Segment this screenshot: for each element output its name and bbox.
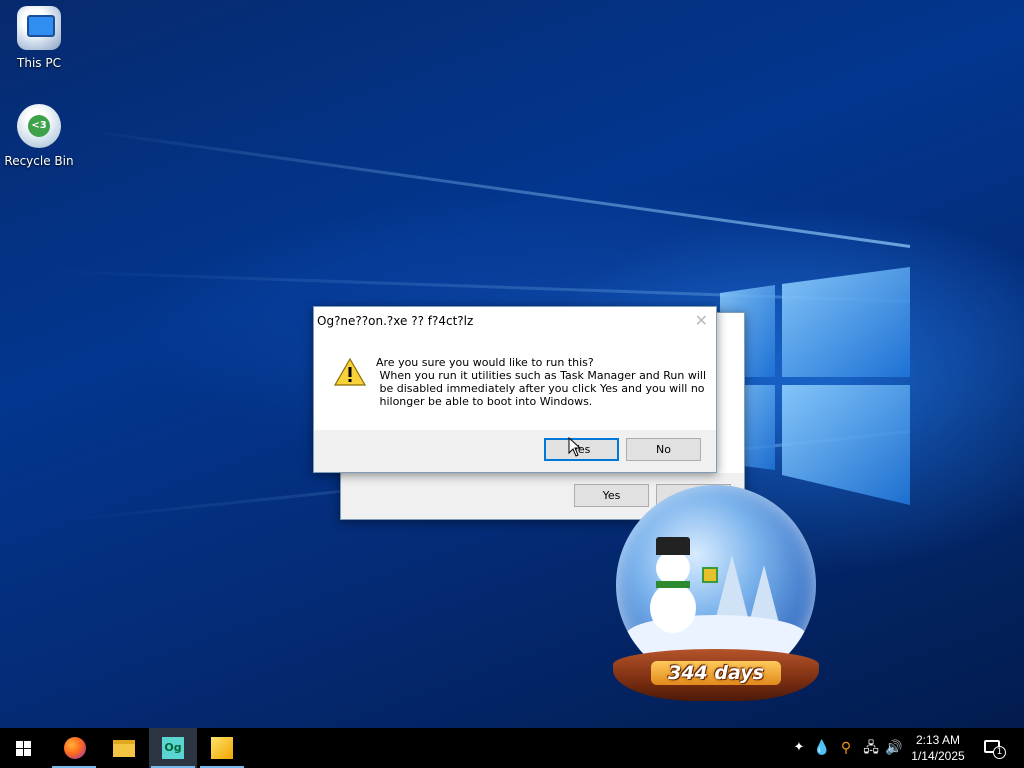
- snowman-head: [656, 551, 690, 585]
- taskbar-yellow-app[interactable]: [198, 728, 246, 768]
- droplet-icon[interactable]: 💧: [812, 728, 832, 768]
- dialog-footer: Yes No: [314, 430, 716, 472]
- taskbar-clock[interactable]: 2:13 AM 1/14/2025: [904, 732, 972, 764]
- message-line: When you run it utilities such as Task M…: [376, 369, 707, 382]
- search-orange-icon[interactable]: ⚲: [836, 728, 856, 768]
- scarf-icon: [656, 581, 690, 588]
- network-warning-icon[interactable]: ✦: [788, 728, 810, 768]
- warning-icon: [333, 357, 367, 386]
- file-explorer-icon: [113, 740, 135, 757]
- recycle-bin-icon: [17, 104, 61, 148]
- taskbar-file-explorer[interactable]: [99, 728, 147, 768]
- close-icon[interactable]: ✕: [695, 311, 708, 330]
- snow-globe-countdown-widget[interactable]: 344 days: [611, 485, 821, 705]
- message-line: Are you sure you would like to run this?: [376, 356, 594, 369]
- message-line: be disabled immediately after you click …: [376, 382, 705, 395]
- desktop-icon-this-pc[interactable]: This PC: [1, 6, 77, 70]
- taskbar-og-app[interactable]: Og: [149, 728, 197, 768]
- desktop-icon-recycle-bin[interactable]: Recycle Bin: [1, 104, 77, 168]
- taskbar-firefox[interactable]: [50, 728, 98, 768]
- gift-icon: [702, 567, 718, 583]
- taskbar: Og ✦ 💧 ⚲ 🖧 🔊 2:13 AM 1/14/2025 1: [0, 728, 1024, 768]
- dialog-title: Og?ne??on.?xe ?? f?4ct?lz: [317, 314, 474, 328]
- firefox-icon: [64, 737, 86, 759]
- network-icon[interactable]: 🖧: [860, 728, 882, 768]
- light-beam: [87, 129, 911, 248]
- no-button[interactable]: No: [626, 438, 701, 461]
- clock-date: 1/14/2025: [911, 749, 965, 763]
- dialog-titlebar[interactable]: Og?ne??on.?xe ?? f?4ct?lz ✕: [314, 307, 716, 335]
- desktop-icon-label: This PC: [17, 56, 61, 70]
- clock-time: 2:13 AM: [915, 733, 961, 747]
- action-center-button[interactable]: 1: [978, 728, 1014, 768]
- days-countdown-label: 344 days: [651, 661, 781, 685]
- windows-logo-wallpaper: [720, 265, 915, 510]
- top-hat-icon: [656, 537, 690, 555]
- snowman-icon: [650, 583, 696, 633]
- dialog-message: Are you sure you would like to run this?…: [376, 356, 706, 408]
- yellow-app-icon: [211, 737, 233, 759]
- og-app-icon: Og: [162, 737, 184, 759]
- mouse-cursor-icon: [568, 436, 582, 457]
- desktop-icon-label: Recycle Bin: [4, 154, 74, 168]
- volume-icon[interactable]: 🔊: [884, 728, 904, 768]
- computer-icon: [17, 6, 61, 50]
- start-button[interactable]: [0, 728, 48, 768]
- notification-count-badge: 1: [993, 746, 1006, 759]
- confirmation-dialog: Og?ne??on.?xe ?? f?4ct?lz ✕ Are you sure…: [313, 306, 717, 473]
- message-line: hilonger be able to boot into Windows.: [376, 395, 593, 408]
